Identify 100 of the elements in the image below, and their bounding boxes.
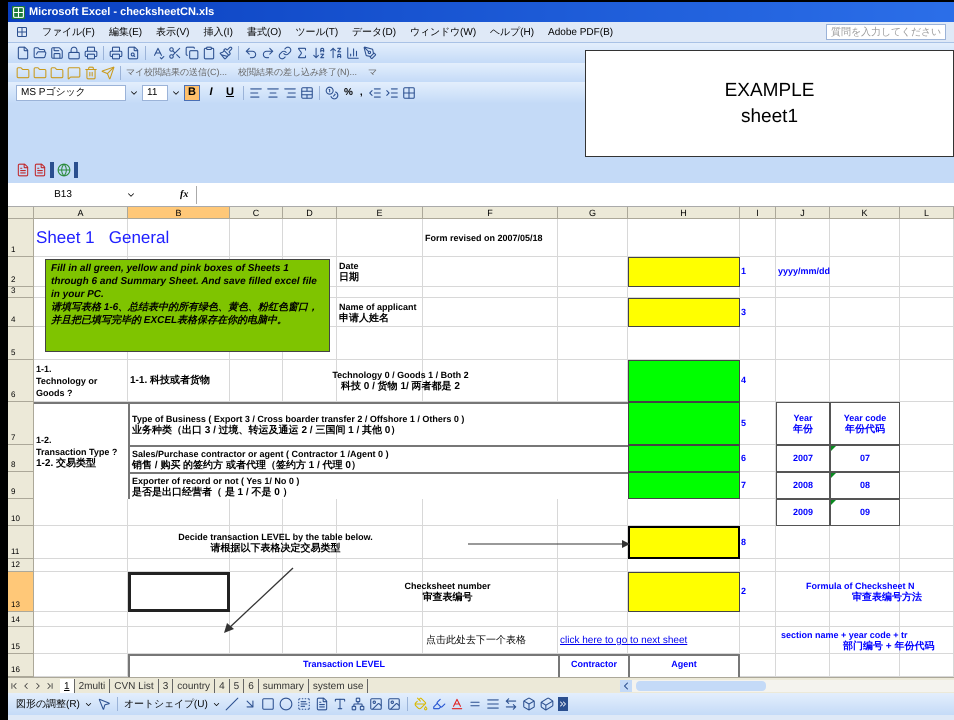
spellcheck-icon[interactable] <box>151 46 165 60</box>
row-header[interactable]: 10 <box>8 499 34 526</box>
menu-item[interactable]: ツール(T) <box>295 24 338 40</box>
arrow-style-icon[interactable] <box>504 697 518 711</box>
answer-box[interactable] <box>628 360 740 402</box>
function-label[interactable]: fx <box>180 187 188 202</box>
diagram-icon[interactable] <box>350 697 365 711</box>
menu-item[interactable]: 編集(E) <box>108 24 142 40</box>
redo-icon[interactable] <box>261 46 275 60</box>
column-header[interactable]: H <box>628 207 740 219</box>
indent-increase-icon[interactable] <box>384 86 399 100</box>
save-icon[interactable] <box>50 46 64 60</box>
undo-icon[interactable] <box>244 46 258 60</box>
rectangle-icon[interactable] <box>260 697 275 711</box>
sigma-icon[interactable] <box>295 46 309 60</box>
chart-icon[interactable] <box>346 46 360 60</box>
indent-decrease-icon[interactable] <box>368 86 382 100</box>
row-header[interactable]: 13 <box>8 572 34 612</box>
style-toggle-button[interactable]: U <box>222 84 238 100</box>
scroll-thumb[interactable] <box>636 680 766 690</box>
3d-style-icon[interactable] <box>540 697 554 711</box>
row-header[interactable]: 4 <box>8 298 34 327</box>
currency-icon[interactable] <box>325 86 339 100</box>
menu-item[interactable]: ヘルプ(H) <box>490 24 534 40</box>
wordart-icon[interactable] <box>332 697 347 711</box>
row-header[interactable]: 15 <box>8 627 34 654</box>
answer-box[interactable] <box>628 402 740 445</box>
clip-art-icon[interactable] <box>368 697 383 711</box>
column-header[interactable]: E <box>337 207 423 219</box>
paintbrush-icon[interactable] <box>219 46 233 60</box>
link-icon[interactable] <box>278 46 292 60</box>
align-center-icon[interactable] <box>266 86 280 100</box>
fill-color-icon[interactable] <box>414 697 428 711</box>
row-header[interactable]: 6 <box>8 360 34 402</box>
review-toolbar-button[interactable]: 校閲結果の差し込み終了(N)... <box>238 66 357 80</box>
row-header[interactable]: 1 <box>8 219 34 257</box>
pointer-icon[interactable] <box>96 697 111 711</box>
toolbar-options-icon[interactable] <box>558 697 568 711</box>
font-size-select[interactable]: 11 <box>142 84 168 100</box>
answer-box[interactable] <box>628 445 740 472</box>
new-file-icon[interactable] <box>16 46 30 60</box>
column-header[interactable]: F <box>423 207 558 219</box>
merge-cells-icon[interactable] <box>300 86 314 100</box>
column-header[interactable]: J <box>776 207 830 219</box>
menu-item[interactable]: 書式(O) <box>246 24 282 40</box>
menu-item[interactable]: ウィンドウ(W) <box>410 24 476 40</box>
autoshapes-menu-button[interactable]: オートシェイプ(U) <box>124 696 208 712</box>
help-search-field[interactable]: 質問を入力してください <box>826 24 946 40</box>
textbox-icon[interactable] <box>296 697 311 711</box>
last-sheet-icon[interactable] <box>45 680 55 690</box>
lock-icon[interactable] <box>67 46 81 60</box>
row-header[interactable]: 9 <box>8 472 34 499</box>
sort-descending-icon[interactable] <box>329 46 343 60</box>
menu-item[interactable]: データ(D) <box>352 24 396 40</box>
printer-icon[interactable] <box>84 46 98 60</box>
font-color-icon[interactable] <box>450 697 464 711</box>
pdf-icon[interactable] <box>16 163 30 177</box>
pdf-icon[interactable] <box>33 163 47 177</box>
column-header[interactable]: L <box>900 207 954 219</box>
column-header[interactable]: I <box>740 207 776 219</box>
line-color-icon[interactable] <box>432 697 446 711</box>
shadow-icon[interactable] <box>522 697 536 711</box>
copy-icon[interactable] <box>185 46 199 60</box>
answer-box[interactable] <box>628 298 740 327</box>
column-header[interactable]: C <box>230 207 283 219</box>
row-header[interactable]: 7 <box>8 402 34 445</box>
comma-button[interactable]: , <box>358 85 365 100</box>
name-box[interactable]: B13 <box>8 186 118 202</box>
borders-icon[interactable] <box>402 86 416 100</box>
row-header[interactable]: 16 <box>8 654 34 677</box>
review-toolbar-button[interactable]: マ <box>368 66 377 80</box>
menu-item[interactable]: 表示(V) <box>156 24 190 40</box>
scissors-icon[interactable] <box>168 46 182 60</box>
style-toggle-button[interactable]: I <box>203 84 219 100</box>
row-header[interactable]: 5 <box>8 327 34 360</box>
line-icon[interactable] <box>224 697 239 711</box>
clipboard-icon[interactable] <box>202 46 216 60</box>
menu-item[interactable]: Adobe PDF(B) <box>548 24 614 40</box>
printer-icon[interactable] <box>109 46 123 60</box>
menu-item[interactable]: ファイル(F) <box>42 24 95 40</box>
first-sheet-icon[interactable] <box>9 680 19 690</box>
picture-icon[interactable] <box>386 697 401 711</box>
style-toggle-button[interactable]: B <box>184 84 200 100</box>
answer-box[interactable] <box>628 572 740 612</box>
row-header[interactable]: 3 <box>8 287 34 298</box>
answer-box[interactable] <box>628 257 740 287</box>
column-header[interactable]: D <box>283 207 337 219</box>
align-left-icon[interactable] <box>249 86 263 100</box>
column-header[interactable]: A <box>34 207 128 219</box>
row-header[interactable]: 8 <box>8 445 34 472</box>
sheet-tab[interactable]: 1 <box>60 678 75 692</box>
menu-item[interactable]: 挿入(I) <box>203 24 233 40</box>
horizontal-scrollbar[interactable] <box>632 680 954 692</box>
scroll-left-icon[interactable] <box>620 680 632 692</box>
row-header[interactable]: 14 <box>8 612 34 627</box>
font-select[interactable]: MS Pゴシック <box>16 84 126 100</box>
print-preview-icon[interactable] <box>126 46 140 60</box>
answer-box[interactable] <box>628 472 740 499</box>
answer-box[interactable] <box>628 526 740 559</box>
sort-ascending-icon[interactable] <box>312 46 326 60</box>
